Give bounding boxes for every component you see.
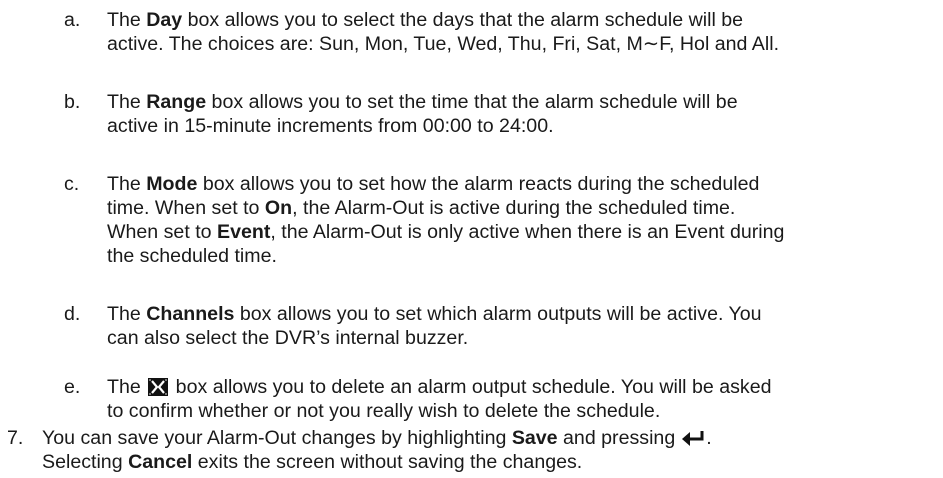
term-save: Save: [511, 427, 558, 449]
item-text: The Range box allows you to set the time…: [107, 90, 943, 138]
term-mode: Mode: [146, 173, 198, 195]
item-text: The Channels box allows you to set which…: [107, 302, 943, 350]
item-text: The Mode box allows you to set how the a…: [107, 172, 943, 268]
term-channels: Channels: [146, 303, 235, 325]
list-marker: c.: [64, 173, 80, 195]
text-line: When set to Event, the Alarm-Out is only…: [107, 221, 785, 243]
list-marker: b.: [64, 91, 81, 113]
list-marker: e.: [64, 376, 81, 398]
text-line: can also select the DVR’s internal buzze…: [107, 327, 469, 349]
step-text: You can save your Alarm-Out changes by h…: [42, 426, 942, 474]
text-line: The Range box allows you to set the time…: [107, 91, 738, 113]
text-line: to confirm whether or not you really wis…: [107, 400, 661, 422]
text-line: time. When set to On, the Alarm-Out is a…: [107, 197, 736, 219]
term-day: Day: [146, 9, 183, 31]
text-line: Selecting Cancel exits the screen withou…: [42, 451, 583, 473]
term-range: Range: [146, 91, 207, 113]
item-text: The box allows you to delete an alarm ou…: [107, 375, 943, 423]
x-delete-icon: [148, 378, 169, 396]
text-line: active in 15-minute increments from 00:0…: [107, 115, 554, 137]
term-event: Event: [217, 221, 271, 243]
term-cancel: Cancel: [128, 451, 193, 473]
enter-arrow-icon: [682, 431, 704, 446]
text-line: The box allows you to delete an alarm ou…: [107, 376, 772, 398]
text-line: The Day box allows you to select the day…: [107, 9, 744, 31]
text-line: You can save your Alarm-Out changes by h…: [42, 427, 712, 449]
list-marker: d.: [64, 303, 81, 325]
item-text: The Day box allows you to select the day…: [107, 8, 943, 56]
text-line: The Channels box allows you to set which…: [107, 303, 762, 325]
text-line: The Mode box allows you to set how the a…: [107, 173, 760, 195]
text-line: the scheduled time.: [107, 245, 277, 267]
step-number: 7.: [7, 427, 24, 449]
term-on: On: [264, 197, 293, 219]
text-line: active. The choices are: Sun, Mon, Tue, …: [107, 33, 780, 55]
list-marker: a.: [64, 9, 81, 31]
